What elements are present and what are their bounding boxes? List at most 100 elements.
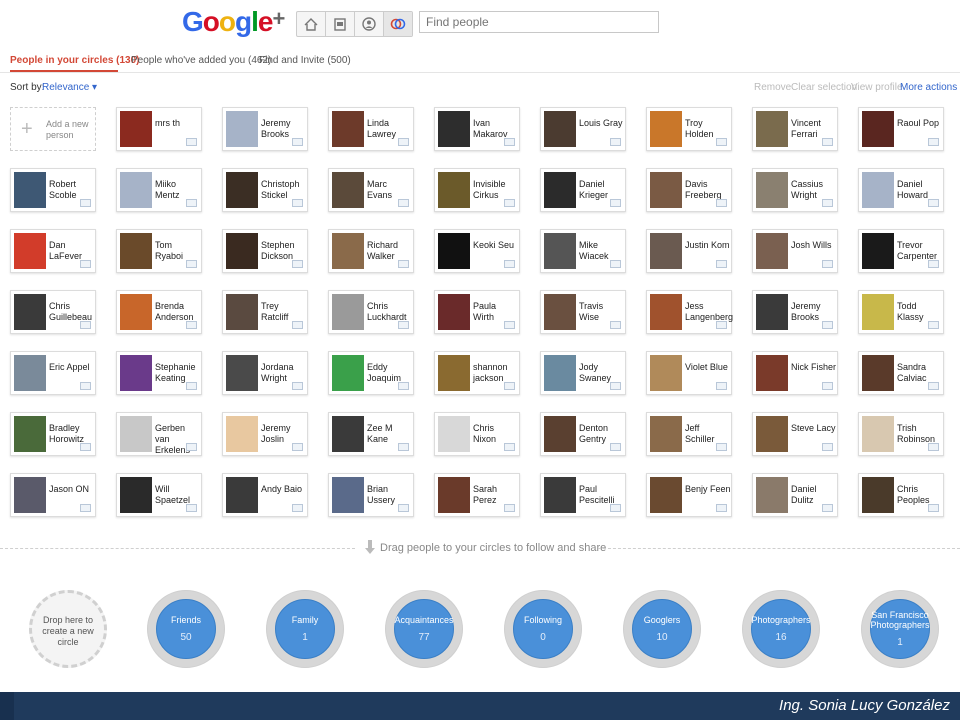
person-card[interactable]: Eric Appel	[10, 351, 96, 395]
avatar	[544, 416, 576, 452]
circle-count: 77	[418, 632, 430, 643]
person-card[interactable]: Daniel Dulitz	[752, 473, 838, 517]
person-card[interactable]: Andy Baio	[222, 473, 308, 517]
circle-googlers[interactable]: Googlers 10	[623, 590, 701, 668]
person-card[interactable]: mrs th	[116, 107, 202, 151]
person-card[interactable]: Chris Nixon	[434, 412, 520, 456]
sort-label: Sort by:	[10, 82, 45, 93]
home-icon[interactable]	[297, 12, 326, 36]
person-card[interactable]: Invisible Cirkus	[434, 168, 520, 212]
person-card[interactable]: Raoul Pop	[858, 107, 944, 151]
person-card[interactable]: Paul Pescitelli	[540, 473, 626, 517]
person-card[interactable]: Christoph Stickel	[222, 168, 308, 212]
person-card[interactable]: Tom Ryaboi	[116, 229, 202, 273]
circle-san-francisco-photographers[interactable]: San Francisco Photographers 1	[861, 590, 939, 668]
circles-icon[interactable]	[384, 12, 412, 36]
google-plus-logo[interactable]: Google+	[182, 6, 285, 38]
circle-following[interactable]: Following 0	[504, 590, 582, 668]
person-card[interactable]: Ivan Makarov	[434, 107, 520, 151]
circle-friends[interactable]: Friends 50	[147, 590, 225, 668]
person-card[interactable]: Steve Lacy	[752, 412, 838, 456]
mail-icon	[928, 321, 939, 329]
remove-button[interactable]: Remove	[754, 82, 791, 93]
person-card[interactable]: Daniel Krieger	[540, 168, 626, 212]
mail-icon	[610, 199, 621, 207]
mail-icon	[186, 382, 197, 390]
person-card[interactable]: Benjy Feen	[646, 473, 732, 517]
person-card[interactable]: Chris Guillebeau	[10, 290, 96, 334]
person-card[interactable]: Robert Scoble	[10, 168, 96, 212]
person-card[interactable]: Paula Wirth	[434, 290, 520, 334]
person-card[interactable]: Jeremy Joslin	[222, 412, 308, 456]
person-card[interactable]: Eddy Joaquim	[328, 351, 414, 395]
person-card[interactable]: Violet Blue	[646, 351, 732, 395]
person-card[interactable]: Troy Holden	[646, 107, 732, 151]
person-card[interactable]: Linda Lawrey	[328, 107, 414, 151]
person-card[interactable]: Davis Freeberg	[646, 168, 732, 212]
person-card[interactable]: Brian Ussery	[328, 473, 414, 517]
sort-dropdown[interactable]: Relevance ▾	[42, 82, 97, 93]
person-card[interactable]: Will Spaetzel	[116, 473, 202, 517]
person-card[interactable]: Miiko Mentz	[116, 168, 202, 212]
person-card[interactable]: Cassius Wright	[752, 168, 838, 212]
person-card[interactable]: Jason ON	[10, 473, 96, 517]
person-card[interactable]: Jeremy Brooks	[222, 107, 308, 151]
avatar	[226, 233, 258, 269]
circle-family[interactable]: Family 1	[266, 590, 344, 668]
person-card[interactable]: Travis Wise	[540, 290, 626, 334]
person-card[interactable]: Chris Peoples	[858, 473, 944, 517]
find-people-input[interactable]	[419, 11, 659, 33]
person-card[interactable]: Sandra Calviac	[858, 351, 944, 395]
person-card[interactable]: Mike Wiacek	[540, 229, 626, 273]
person-card[interactable]: Justin Kom	[646, 229, 732, 273]
tab-people-who-added-you[interactable]: People who've added you (462)	[131, 55, 271, 66]
avatar	[650, 111, 682, 147]
person-card[interactable]: Trevor Carpenter	[858, 229, 944, 273]
circle-photographers[interactable]: Photographers 16	[742, 590, 820, 668]
person-card[interactable]: Josh Wills	[752, 229, 838, 273]
person-card[interactable]: Jeff Schiller	[646, 412, 732, 456]
person-card[interactable]: Stephanie Keating	[116, 351, 202, 395]
person-card[interactable]: Todd Klassy	[858, 290, 944, 334]
person-card[interactable]: Vincent Ferrari	[752, 107, 838, 151]
person-card[interactable]: Trish Robinson	[858, 412, 944, 456]
person-card[interactable]: Louis Gray	[540, 107, 626, 151]
person-card[interactable]: Gerben van Erkelens	[116, 412, 202, 456]
person-card[interactable]: Keoki Seu	[434, 229, 520, 273]
circle-acquaintances[interactable]: Acquaintances 77	[385, 590, 463, 668]
person-name: Davis Freeberg	[685, 179, 722, 200]
photos-icon[interactable]	[326, 12, 355, 36]
more-actions-dropdown[interactable]: More actions ▾	[900, 82, 960, 93]
person-card[interactable]: Trey Ratcliff	[222, 290, 308, 334]
person-card[interactable]: Richard Walker	[328, 229, 414, 273]
person-card[interactable]: Dan LaFever	[10, 229, 96, 273]
view-profile-button[interactable]: View profile	[851, 82, 903, 93]
person-card[interactable]: Chris Luckhardt	[328, 290, 414, 334]
tab-people-in-circles[interactable]: People in your circles (130)	[10, 55, 140, 66]
person-card[interactable]: Stephen Dickson	[222, 229, 308, 273]
person-card[interactable]: Nick Fisher	[752, 351, 838, 395]
profile-icon[interactable]	[355, 12, 384, 36]
person-card[interactable]: Denton Gentry	[540, 412, 626, 456]
person-card[interactable]: shannon jackson	[434, 351, 520, 395]
person-card[interactable]: Brenda Anderson	[116, 290, 202, 334]
add-person-card[interactable]: + Add a new person	[10, 107, 96, 151]
person-card[interactable]: Marc Evans	[328, 168, 414, 212]
person-card[interactable]: Sarah Perez	[434, 473, 520, 517]
person-card[interactable]: Jody Swaney	[540, 351, 626, 395]
person-card[interactable]: Jordana Wright	[222, 351, 308, 395]
person-name: Christoph Stickel	[261, 179, 300, 200]
tab-find-and-invite[interactable]: Find and Invite (500)	[259, 55, 351, 66]
tab-bar: People in your circles (130) People who'…	[0, 46, 960, 73]
person-card[interactable]: Jeremy Brooks	[752, 290, 838, 334]
circle-name: Family	[291, 615, 319, 625]
person-name: Ivan Makarov	[473, 118, 508, 139]
person-card[interactable]: Zee M Kane	[328, 412, 414, 456]
person-card[interactable]: Daniel Howard	[858, 168, 944, 212]
person-card[interactable]: Jess Langenberg	[646, 290, 733, 334]
new-circle-drop-zone[interactable]: Drop here to create a new circle	[29, 590, 107, 668]
person-card[interactable]: Bradley Horowitz	[10, 412, 96, 456]
clear-selection-button[interactable]: Clear selection	[791, 82, 857, 93]
avatar	[438, 294, 470, 330]
drop-zone-label: Drop here to create a new circle	[42, 615, 94, 647]
